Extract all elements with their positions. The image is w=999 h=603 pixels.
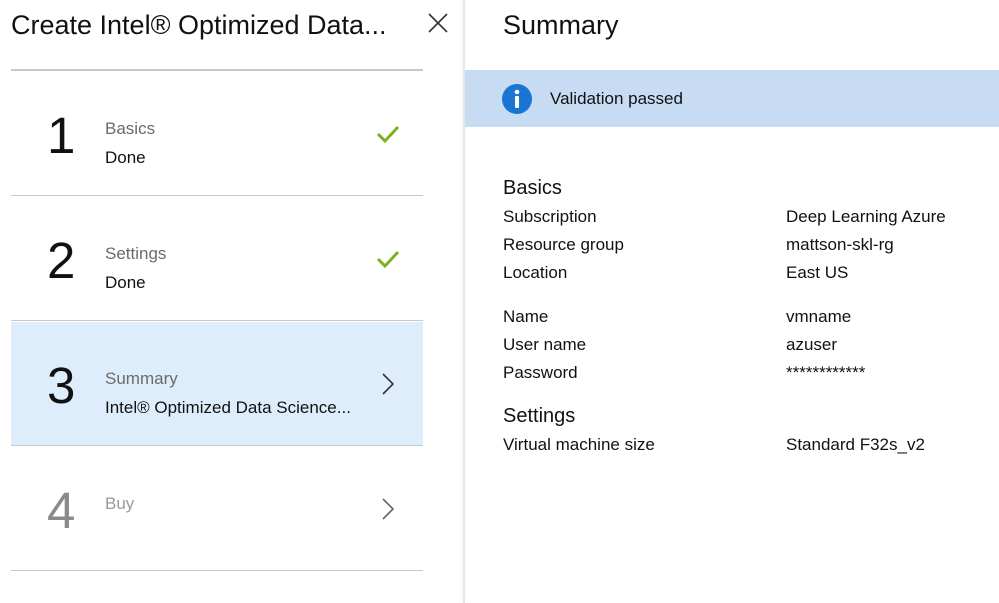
field-label: Subscription — [503, 207, 597, 226]
step-label: Summary — [105, 369, 178, 388]
field-label: User name — [503, 335, 587, 354]
field-label: Location — [503, 263, 568, 282]
field-value: azuser — [786, 335, 838, 354]
step-number: 3 — [47, 357, 76, 414]
step-summary[interactable]: 3 Summary Intel® Optimized Data Science.… — [11, 322, 423, 446]
field-value: East US — [786, 263, 849, 282]
section-heading-basics: Basics — [503, 177, 562, 199]
chevron-right-icon — [375, 371, 401, 397]
section-heading-settings: Settings — [503, 405, 576, 427]
field-label: Virtual machine size — [503, 435, 655, 454]
step-number: 1 — [47, 107, 76, 164]
field-label: Name — [503, 307, 549, 326]
field-label: Password — [503, 363, 578, 382]
info-icon — [502, 84, 532, 114]
step-label: Buy — [105, 494, 135, 513]
blade-title: Create Intel® Optimized Data... — [11, 10, 387, 40]
title-divider — [11, 69, 423, 71]
validation-banner: Validation passed — [465, 70, 999, 127]
step-label: Basics — [105, 119, 156, 138]
close-icon — [428, 13, 448, 33]
checkmark-icon — [375, 121, 401, 147]
chevron-right-icon — [375, 496, 401, 522]
step-number: 4 — [47, 482, 76, 539]
field-value: vmname — [786, 307, 852, 326]
field-value: ************ — [786, 363, 866, 382]
step-buy[interactable]: 4 Buy — [11, 447, 423, 571]
close-button[interactable] — [425, 8, 451, 38]
wizard-steps-blade: Create Intel® Optimized Data... 1 Basics… — [0, 0, 463, 603]
step-label: Settings — [105, 244, 167, 263]
blade-title: Summary — [503, 10, 619, 40]
field-value: Deep Learning Azure — [786, 207, 946, 226]
summary-blade: Summary Validation passed Basics Subscri… — [465, 0, 999, 603]
step-number: 2 — [47, 232, 76, 289]
step-status: Done — [105, 148, 146, 167]
step-subtitle: Intel® Optimized Data Science... — [105, 398, 351, 417]
step-status: Done — [105, 273, 146, 292]
field-label: Resource group — [503, 235, 624, 254]
step-settings[interactable]: 2 Settings Done — [11, 197, 423, 321]
field-value: Standard F32s_v2 — [786, 435, 925, 454]
field-value: mattson-skl-rg — [786, 235, 894, 254]
step-basics[interactable]: 1 Basics Done — [11, 72, 423, 196]
checkmark-icon — [375, 246, 401, 272]
validation-message: Validation passed — [550, 89, 683, 108]
